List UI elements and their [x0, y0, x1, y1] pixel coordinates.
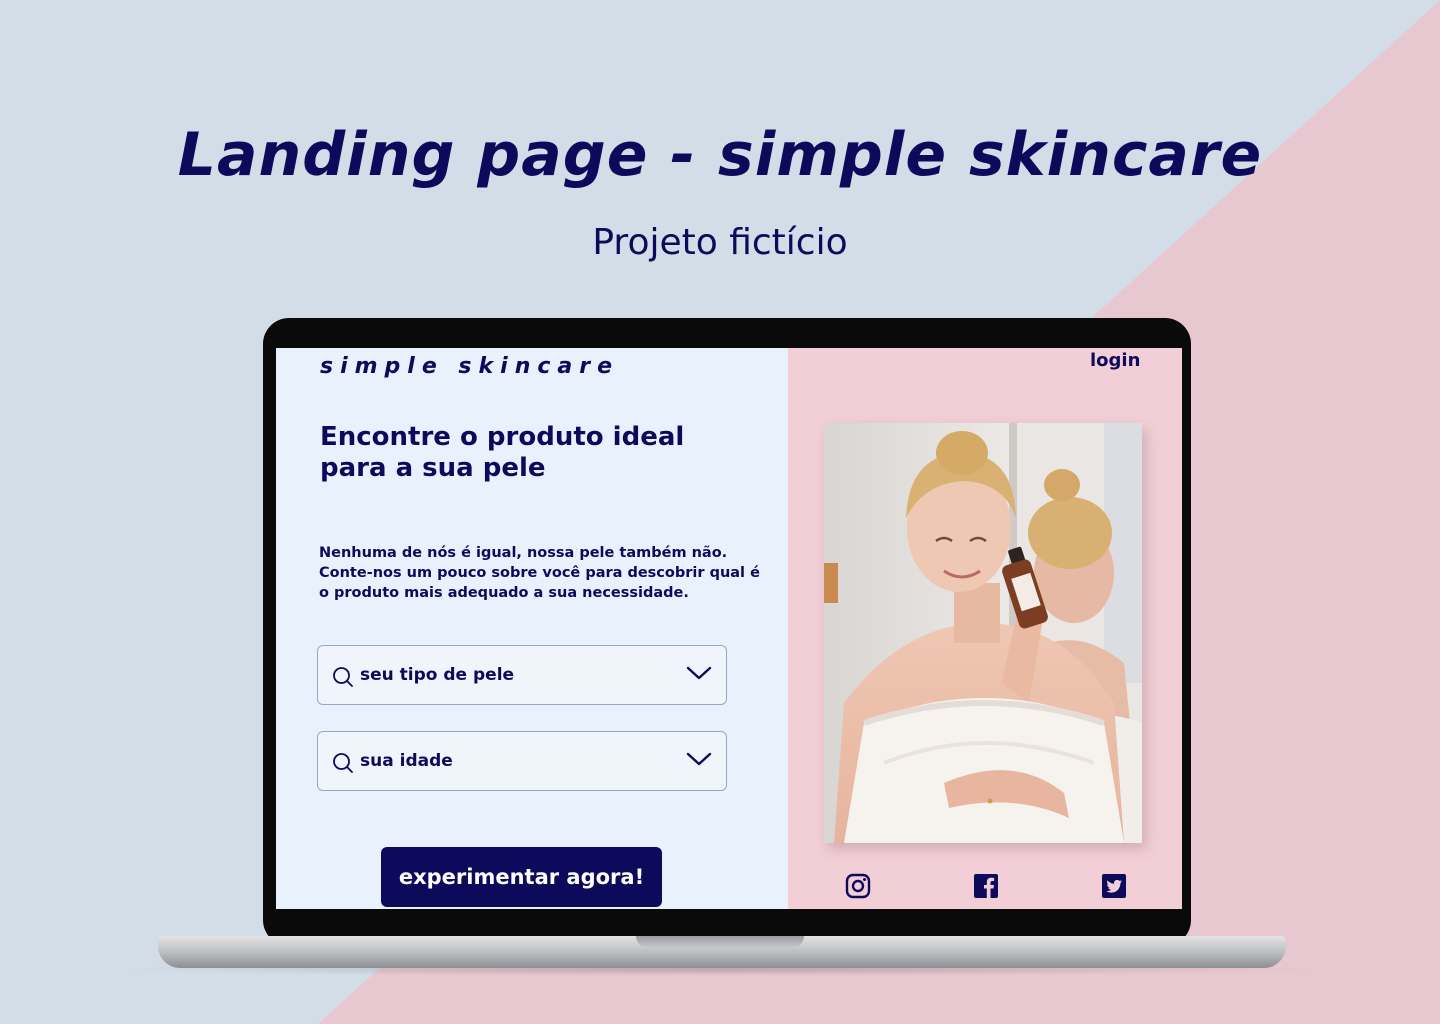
search-icon: [333, 753, 353, 773]
skin-type-select[interactable]: seu tipo de pele: [317, 645, 727, 705]
login-link[interactable]: login: [1090, 350, 1140, 371]
age-select[interactable]: sua idade: [317, 731, 727, 791]
slide-title: Landing page - simple skincare: [177, 120, 1263, 190]
laptop-notch: [636, 936, 804, 948]
brand-logo[interactable]: simple skincare: [320, 354, 619, 379]
hero-title: Encontre o produto ideal para a sua pele: [320, 422, 685, 483]
chevron-down-icon[interactable]: [686, 665, 712, 681]
landing-left-panel: simple skincare Encontre o produto ideal…: [276, 348, 788, 909]
search-icon: [333, 667, 353, 687]
laptop-screen: simple skincare Encontre o produto ideal…: [276, 348, 1182, 909]
age-label: sua idade: [360, 751, 453, 771]
facebook-icon[interactable]: [972, 872, 1000, 900]
instagram-icon[interactable]: [844, 872, 872, 900]
skin-type-label: seu tipo de pele: [360, 665, 515, 685]
hero-description: Nenhuma de nós é igual, nossa pele també…: [319, 545, 760, 601]
landing-right-panel: login: [788, 348, 1182, 909]
try-now-button[interactable]: experimentar agora!: [381, 847, 662, 907]
twitter-icon[interactable]: [1100, 872, 1128, 900]
hero-photo: [824, 423, 1142, 843]
chevron-down-icon[interactable]: [686, 751, 712, 767]
slide-subtitle: Projeto fictício: [592, 222, 848, 263]
